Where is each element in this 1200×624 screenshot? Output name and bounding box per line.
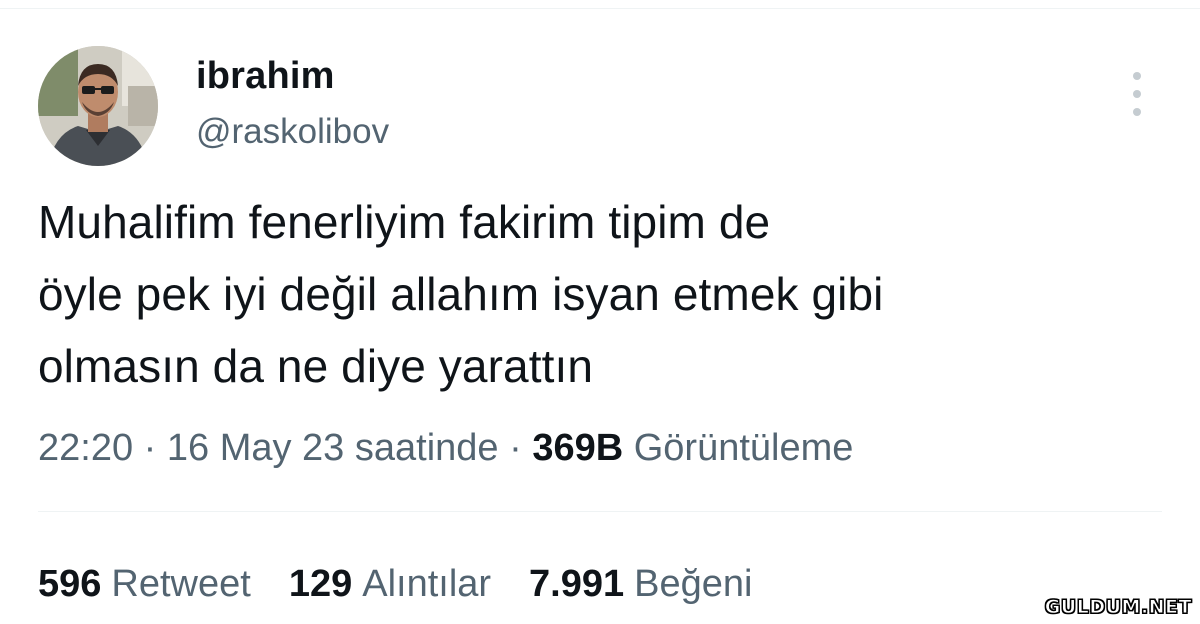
- engagement-stats: 596 Retweet 129 Alıntılar 7.991 Beğeni: [38, 560, 752, 608]
- profile-photo-icon: [38, 46, 158, 166]
- likes-count: 7.991: [529, 563, 625, 605]
- tweet-card: ibrahim @raskolibov Muhalifim fenerliyim…: [0, 0, 1200, 624]
- site-watermark: GULDUM.NET: [1044, 596, 1192, 619]
- meta-separator: ·: [143, 427, 157, 469]
- more-vertical-icon-dot: [1133, 90, 1141, 98]
- likes-label: Beğeni: [634, 563, 753, 605]
- more-vertical-icon-dot: [1133, 108, 1141, 116]
- meta-separator: ·: [509, 427, 522, 469]
- likes-link[interactable]: 7.991 Beğeni: [529, 560, 752, 608]
- display-name[interactable]: ibrahim: [196, 54, 335, 98]
- retweets-link[interactable]: 596 Retweet: [38, 560, 251, 608]
- quotes-count: 129: [288, 563, 353, 605]
- tweet-date[interactable]: 16 May 23 saatinde: [167, 427, 499, 469]
- more-vertical-icon: [1133, 72, 1141, 80]
- avatar[interactable]: [38, 46, 158, 166]
- tweet-meta: 22:20 · 16 May 23 saatinde · 369B Görünt…: [38, 424, 853, 472]
- quotes-label: Alıntılar: [362, 563, 492, 605]
- retweets-label: Retweet: [111, 563, 251, 605]
- views-label: Görüntüleme: [633, 427, 854, 469]
- views-count: 369B: [532, 427, 624, 469]
- more-options-button[interactable]: [1124, 72, 1150, 116]
- quotes-link[interactable]: 129 Alıntılar: [289, 560, 491, 608]
- tweet-time[interactable]: 22:20: [38, 427, 133, 469]
- tweet-text: Muhalifim fenerliyim fakirim tipim de öy…: [38, 196, 884, 392]
- user-handle[interactable]: @raskolibov: [196, 111, 389, 153]
- stats-divider: [38, 511, 1162, 512]
- retweets-count: 596: [38, 563, 102, 605]
